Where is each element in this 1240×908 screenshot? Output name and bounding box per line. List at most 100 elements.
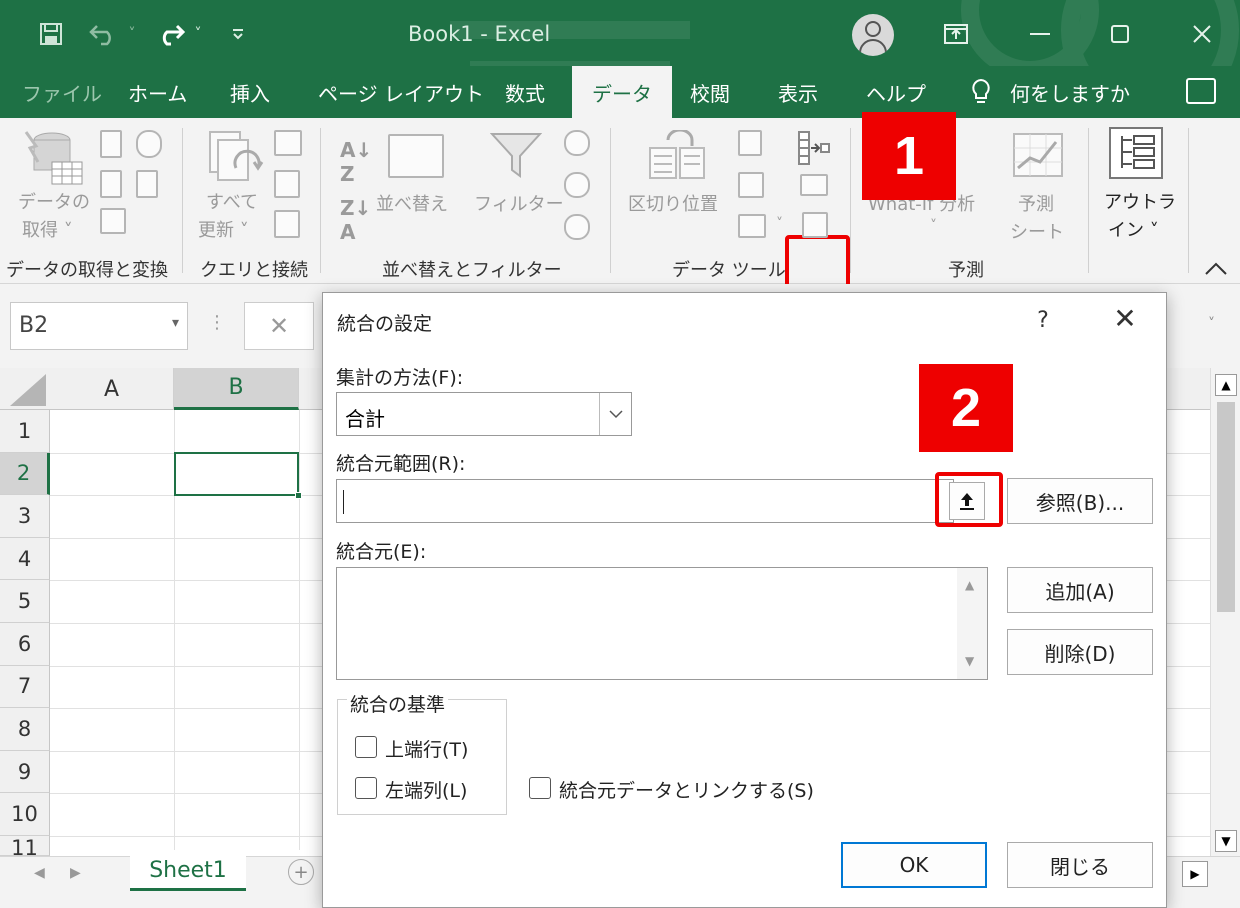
row-header[interactable]: 3 [0, 495, 50, 538]
sources-list[interactable]: ▲ ▼ [336, 567, 988, 680]
help-button[interactable]: ? [1028, 303, 1058, 337]
text-to-columns-label[interactable]: 区切り位置 [628, 190, 718, 216]
restore-icon[interactable] [1100, 14, 1140, 54]
refresh-all-icon[interactable] [206, 128, 264, 188]
top-row-checkbox[interactable] [355, 736, 377, 758]
queries-connections-icon[interactable] [274, 130, 302, 156]
list-scrollbar[interactable]: ▲ ▼ [957, 568, 987, 679]
row-header[interactable]: 2 [0, 452, 50, 496]
close-icon[interactable] [1182, 14, 1222, 54]
redo-icon[interactable] [152, 20, 188, 48]
edit-links-icon[interactable] [274, 210, 300, 238]
reference-input[interactable] [336, 479, 954, 523]
properties-icon[interactable] [274, 170, 300, 198]
advanced-filter-icon[interactable] [564, 214, 590, 240]
user-avatar[interactable] [852, 14, 894, 56]
sort-icon[interactable] [388, 134, 444, 178]
browse-button[interactable]: 参照(B)... [1007, 478, 1153, 524]
prev-sheet-icon[interactable]: ◀ [34, 865, 45, 881]
minimize-icon[interactable] [1020, 14, 1060, 54]
flash-fill-icon[interactable] [738, 130, 762, 156]
tab-data[interactable]: データ [572, 66, 672, 118]
get-data-label-2[interactable]: 取得 ˅ [22, 216, 73, 242]
tab-formulas[interactable]: 数式 [505, 66, 545, 118]
comments-icon[interactable] [1186, 78, 1216, 104]
active-cell-b2[interactable] [174, 452, 302, 499]
ok-button[interactable]: OK [841, 842, 987, 888]
get-data-icon[interactable] [22, 128, 86, 188]
fill-handle[interactable] [295, 492, 302, 499]
tab-help[interactable]: ヘルプ [866, 66, 926, 118]
consolidate-icon[interactable] [797, 128, 831, 168]
sort-descending-icon[interactable]: Z↓ A [340, 196, 371, 244]
filter-label[interactable]: フィルター [474, 190, 564, 216]
link-checkbox[interactable] [529, 777, 551, 799]
left-column-checkbox[interactable] [355, 777, 377, 799]
row-header[interactable]: 9 [0, 750, 50, 794]
reapply-icon[interactable] [564, 172, 590, 198]
data-validation-icon[interactable] [738, 214, 766, 238]
add-button[interactable]: 追加(A) [1007, 567, 1153, 613]
data-model-icon[interactable] [802, 212, 828, 238]
forecast-sheet-icon[interactable] [1012, 132, 1064, 178]
delete-button[interactable]: 削除(D) [1007, 629, 1153, 675]
tab-home[interactable]: ホーム [128, 66, 187, 118]
collapse-ribbon-icon[interactable] [1204, 260, 1228, 276]
vertical-scrollbar[interactable]: ▲ ▼ [1210, 368, 1240, 856]
scroll-down-icon[interactable]: ▼ [965, 654, 974, 668]
recent-sources-icon[interactable] [136, 130, 162, 158]
tab-file[interactable]: ファイル [22, 66, 102, 118]
row-header[interactable]: 10 [0, 793, 50, 836]
save-icon[interactable] [36, 20, 66, 48]
undo-icon[interactable] [86, 20, 122, 48]
from-table-icon[interactable] [100, 208, 126, 234]
scroll-right-icon[interactable]: ▶ [1182, 861, 1208, 887]
link-label[interactable]: 統合元データとリンクする(S) [559, 776, 814, 803]
row-header[interactable]: 8 [0, 708, 50, 751]
from-web-icon[interactable] [100, 170, 122, 198]
row-header[interactable]: 1 [0, 410, 50, 453]
expand-formula-icon[interactable]: ˅ [1208, 316, 1215, 332]
close-button[interactable]: 閉じる [1007, 842, 1153, 888]
relationships-icon[interactable] [800, 174, 828, 196]
row-header[interactable]: 5 [0, 580, 50, 623]
row-header[interactable]: 11 [0, 836, 50, 856]
redo-dropdown-icon[interactable]: ˅ [190, 20, 206, 48]
customize-icon[interactable] [228, 20, 248, 48]
filter-icon[interactable] [490, 130, 542, 180]
outline-label-2[interactable]: イン ˅ [1108, 216, 1159, 242]
dialog-close-button[interactable]: ✕ [1108, 301, 1142, 335]
select-all-icon[interactable] [0, 368, 50, 410]
add-sheet-icon[interactable]: + [288, 859, 314, 885]
tab-insert[interactable]: 挿入 [230, 66, 270, 118]
refresh-all-label-2[interactable]: 更新 ˅ [198, 216, 249, 242]
what-if-dropdown-icon[interactable]: ˅ [930, 218, 937, 234]
sort-label[interactable]: 並べ替え [376, 190, 448, 216]
function-select[interactable]: 合計 [336, 392, 632, 436]
from-text-icon[interactable] [100, 130, 122, 158]
row-header[interactable]: 7 [0, 665, 50, 709]
row-header[interactable]: 4 [0, 537, 50, 581]
chevron-down-icon[interactable] [599, 393, 631, 435]
remove-duplicates-icon[interactable] [738, 172, 764, 198]
cancel-entry-icon[interactable]: ✕ [244, 302, 314, 350]
undo-dropdown-icon[interactable]: ˅ [124, 20, 140, 48]
name-box[interactable]: B2 ▾ [10, 302, 188, 350]
tab-view[interactable]: 表示 [778, 66, 818, 118]
clear-filter-icon[interactable] [564, 130, 590, 156]
column-header-a[interactable]: A [50, 368, 174, 410]
ribbon-display-icon[interactable] [936, 14, 976, 54]
scroll-down-icon[interactable]: ▼ [1215, 830, 1237, 852]
sheet-tab-sheet1[interactable]: Sheet1 [130, 853, 246, 891]
tell-me-search[interactable]: 何をしますか [970, 66, 1130, 118]
text-to-columns-icon[interactable] [648, 130, 706, 182]
existing-connections-icon[interactable] [136, 170, 158, 198]
next-sheet-icon[interactable]: ▶ [70, 865, 81, 881]
column-header-b[interactable]: B [174, 368, 299, 410]
outline-icon[interactable] [1108, 126, 1164, 180]
forecast-sheet-label-2[interactable]: シート [1010, 218, 1064, 244]
row-header[interactable]: 6 [0, 623, 50, 666]
scroll-up-icon[interactable]: ▲ [1215, 374, 1237, 396]
scroll-up-icon[interactable]: ▲ [965, 578, 974, 592]
left-column-label[interactable]: 左端列(L) [385, 776, 467, 803]
